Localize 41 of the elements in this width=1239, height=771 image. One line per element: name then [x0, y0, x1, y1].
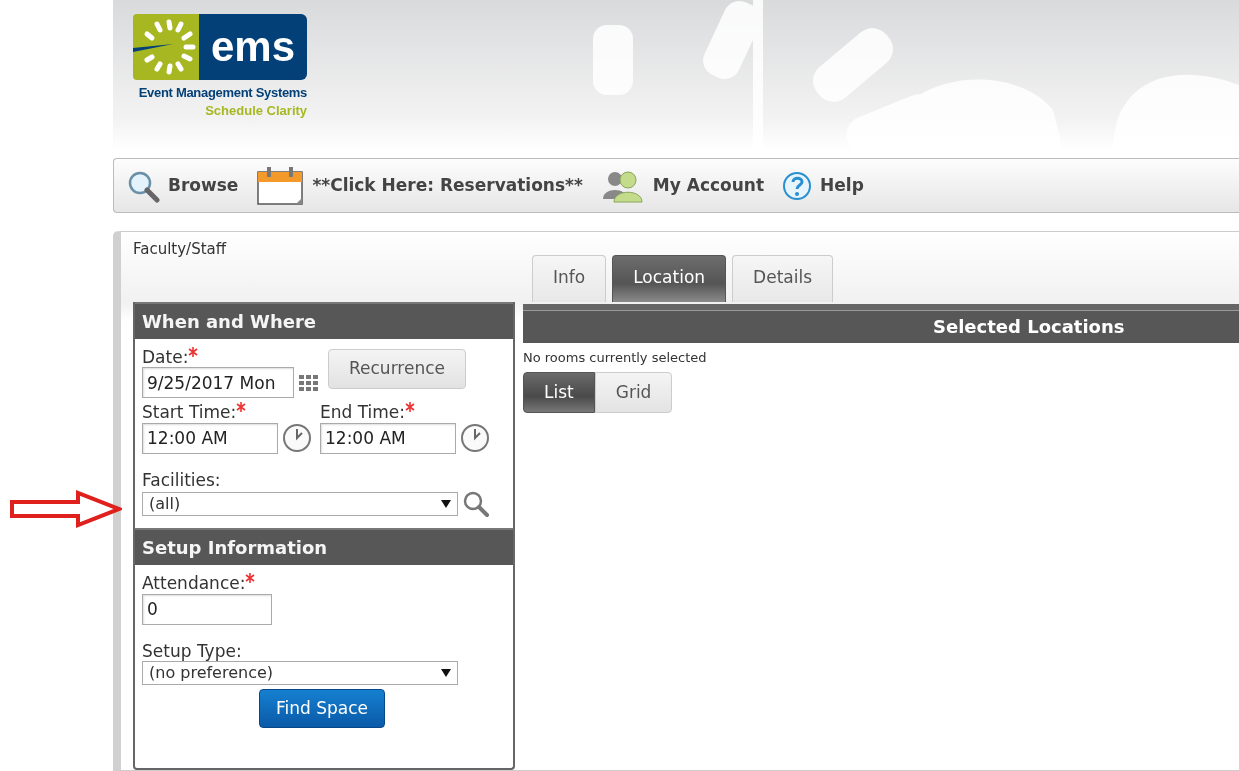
dropdown-caret-icon	[441, 500, 451, 509]
logo-tagline: Event Management Systems	[138, 85, 308, 100]
toolbar-link[interactable]: Browse	[126, 168, 239, 203]
calendar-icon	[256, 165, 305, 206]
setup-type-dropdown[interactable]: (no preference)	[142, 660, 458, 685]
tab[interactable]: Info	[532, 254, 607, 302]
field-label: Setup Type:	[142, 640, 243, 661]
field-label: Attendance:	[142, 573, 246, 594]
field-label: Date:	[142, 347, 189, 368]
end-time-field[interactable]: 12:00 AM	[320, 422, 456, 454]
help-icon	[782, 170, 813, 201]
section-header: When and Where	[135, 302, 513, 339]
date-field[interactable]: 9/25/2017 Mon	[142, 367, 294, 399]
clock-icon[interactable]	[460, 423, 490, 454]
view-toggle-button[interactable]: List	[523, 371, 595, 413]
logo-wordmark: ems	[199, 14, 308, 80]
dropdown-caret-icon	[441, 668, 451, 677]
clock-icon[interactable]	[282, 423, 312, 454]
tab[interactable]: Details	[732, 254, 834, 302]
people-icon	[600, 168, 645, 203]
recurrence-button[interactable]: Recurrence	[328, 349, 466, 389]
start-time-field[interactable]: 12:00 AM	[142, 422, 278, 454]
field-label: End Time:	[320, 402, 406, 423]
breadcrumb: Faculty/Staff	[133, 239, 228, 260]
tab[interactable]: Location	[612, 254, 727, 302]
toolbar-link[interactable]: Help	[782, 170, 864, 201]
arrow-icon	[10, 490, 122, 528]
sunburst-icon	[133, 14, 199, 80]
facilities-dropdown[interactable]: (all)	[142, 492, 458, 517]
field-label: Facilities:	[142, 469, 222, 491]
logo-subtitle: Schedule Clarity	[205, 103, 308, 118]
view-toggle-button[interactable]: Grid	[594, 371, 673, 413]
attendance-field[interactable]: 0	[142, 593, 272, 625]
section-header: Setup Information	[135, 528, 513, 566]
empty-message: No rooms currently selected	[523, 349, 708, 367]
toolbar-link[interactable]: **Click Here: Reservations**	[256, 165, 583, 206]
find-space-button[interactable]: Find Space	[258, 688, 385, 729]
toolbar-link[interactable]: My Account	[600, 168, 765, 203]
field-label: Start Time:	[142, 402, 237, 423]
section-header: Selected Locations	[523, 310, 1239, 343]
search-icon[interactable]	[462, 490, 490, 519]
